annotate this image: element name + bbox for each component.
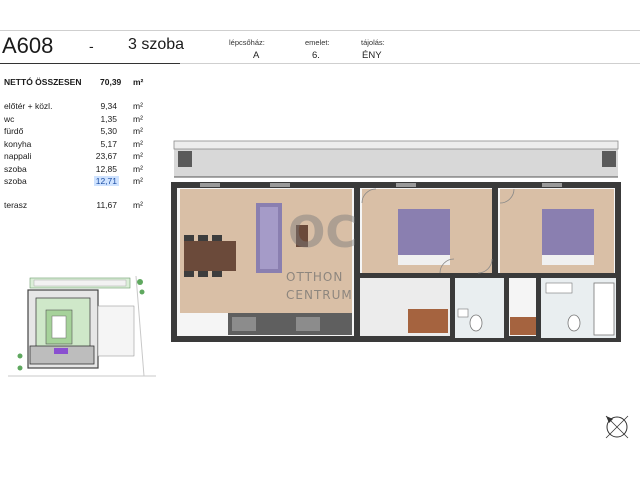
terrace-row: terasz 11,67 m²: [0, 200, 180, 212]
header-top-rule: [0, 30, 640, 31]
total-area-value: 70,39: [100, 77, 122, 87]
terrace-unit: m²: [133, 200, 143, 210]
total-area-unit: m²: [133, 77, 144, 87]
terrace-label: terasz: [4, 200, 28, 210]
room-label: nappali: [4, 151, 32, 161]
wardrobe-1: [408, 309, 448, 333]
room-count: 3 szoba: [128, 36, 185, 53]
wardrobe-2: [510, 317, 536, 335]
apartment-site-highlight: [54, 348, 68, 354]
room-label: szoba: [4, 176, 27, 186]
orientation-value: ÉNY: [362, 50, 382, 61]
floor-plan: OC OTTHON CENTRUM: [171, 140, 621, 342]
watermark-line2: CENTRUM: [286, 288, 353, 302]
room-row: wc 1,35 m²: [0, 114, 180, 126]
room-label: konyha: [4, 139, 32, 149]
header-dash: -: [89, 38, 94, 54]
room-unit: m²: [133, 101, 143, 111]
total-area-label: NETTÓ ÖSSZESEN: [4, 77, 82, 87]
room-unit: m²: [133, 151, 143, 161]
room-row: előtér + közl. 9,34 m²: [0, 101, 180, 113]
room-unit: m²: [133, 126, 143, 136]
apartment-id: A608: [2, 33, 54, 58]
header-bottom-rule-right: [180, 63, 640, 64]
stairwell-label: lépcsőház:: [229, 38, 265, 47]
room-row: nappali 23,67 m²: [0, 151, 180, 163]
room-label: szoba: [4, 164, 27, 174]
north-arrow-icon: [605, 415, 629, 439]
stairwell-value: A: [253, 50, 260, 61]
room-area: 23,67: [95, 151, 117, 161]
room-unit: m²: [133, 176, 143, 186]
room-row: szoba 12,85 m²: [0, 164, 180, 176]
terrace-area: 11,67: [96, 200, 117, 210]
room-area: 5,17: [100, 139, 117, 149]
orientation-label: tájolás:: [361, 38, 385, 47]
floor-label: emelet:: [305, 38, 330, 47]
dining-table: [184, 241, 236, 271]
room-unit: m²: [133, 114, 143, 124]
room-area: 5,30: [100, 126, 117, 136]
room-label: fürdő: [4, 126, 24, 136]
site-plan: [8, 276, 156, 380]
terrace-planter-left: [178, 151, 192, 167]
room-area: 12,85: [95, 164, 117, 174]
floor-value: 6.: [312, 50, 320, 61]
room-row: szoba 12,71 m²: [0, 176, 180, 188]
watermark-line1: OTTHON: [286, 270, 343, 284]
watermark-logo: OC: [288, 207, 358, 258]
room-unit: m²: [133, 139, 143, 149]
room-row: fürdő 5,30 m²: [0, 126, 180, 138]
room-label: wc: [4, 114, 15, 124]
room-area: 1,35: [100, 114, 117, 124]
terrace-planter-right: [602, 151, 616, 167]
svg-text:OC: OC: [288, 207, 358, 258]
room-row: konyha 5,17 m²: [0, 139, 180, 151]
bathtub: [593, 282, 615, 336]
room-label: előtér + közl.: [4, 101, 53, 111]
header-bottom-rule: [0, 63, 180, 64]
room-unit: m²: [133, 164, 143, 174]
room-area: 9,34: [100, 101, 117, 111]
room-area-highlighted: 12,71: [93, 176, 119, 186]
